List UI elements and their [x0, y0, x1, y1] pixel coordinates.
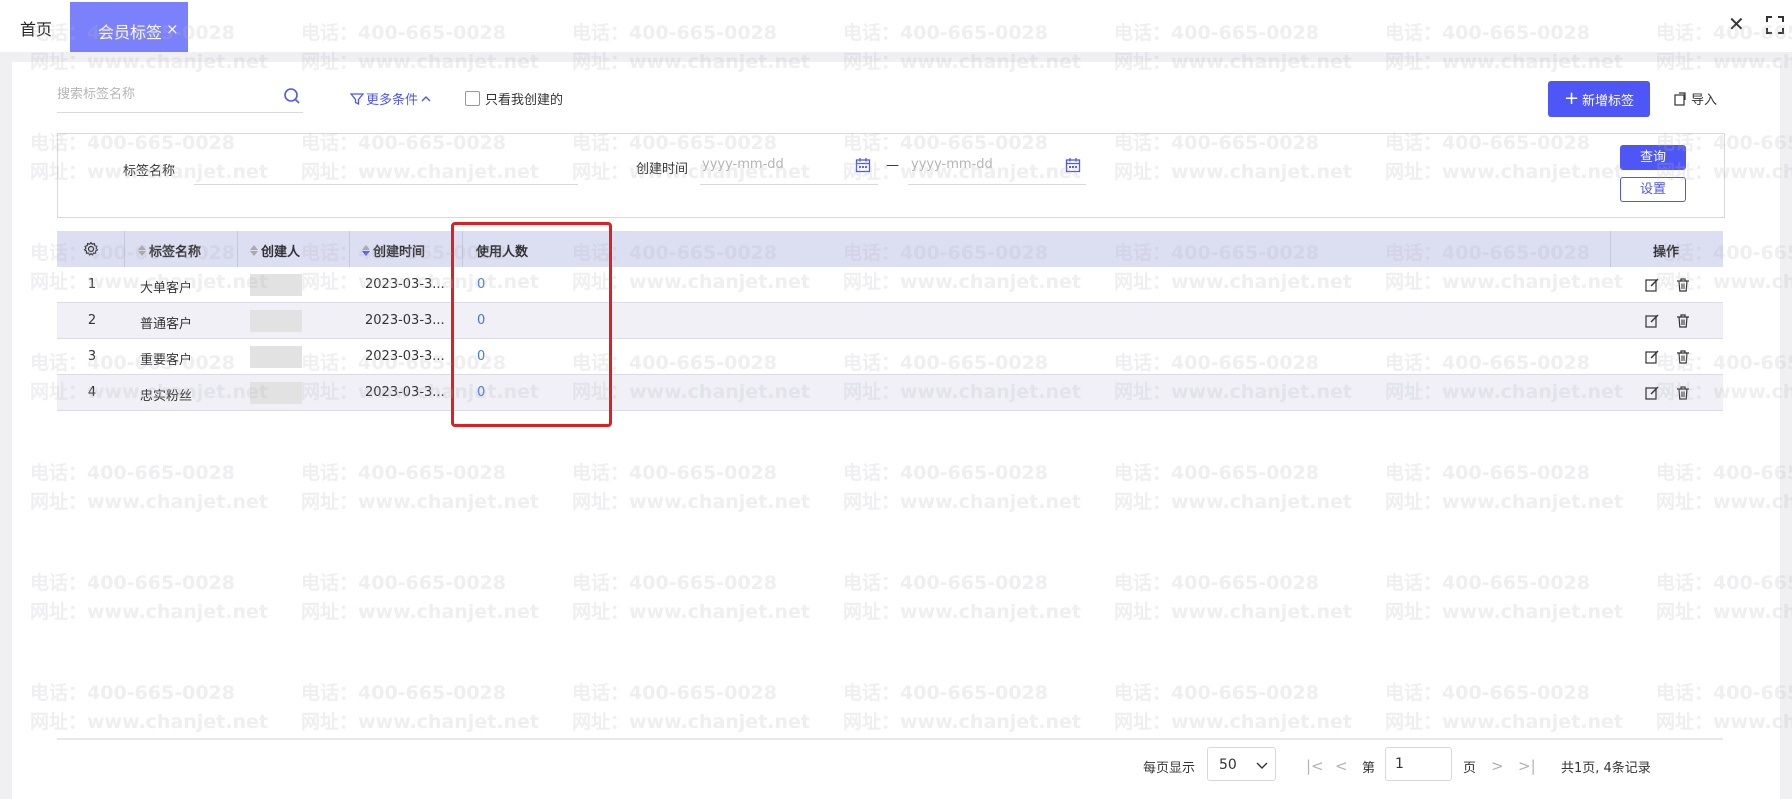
calendar-icon[interactable] — [855, 157, 871, 173]
date-range-separator: — — [886, 158, 899, 173]
row-index: 1 — [87, 277, 97, 292]
page-prefix: 第 — [1362, 761, 1376, 776]
created-time-cell: 2023-03-3... — [365, 349, 445, 364]
edit-icon[interactable] — [1644, 385, 1660, 401]
prev-page-icon[interactable]: < — [1335, 757, 1348, 775]
calendar-icon[interactable] — [1065, 157, 1081, 173]
tab-member-tags-label: 会员标签 — [98, 23, 163, 42]
filter-icon — [350, 92, 364, 105]
table-row[interactable] — [57, 339, 1723, 375]
column-header-tag-name-label: 标签名称 — [149, 245, 202, 260]
end-date-input[interactable]: yyyy-mm-dd — [911, 157, 993, 172]
search-box — [57, 83, 303, 113]
add-tag-button[interactable]: + 新增标签 — [1548, 81, 1650, 117]
delete-icon[interactable] — [1675, 313, 1691, 329]
per-page-label: 每页显示 — [1143, 761, 1196, 776]
more-conditions-label: 更多条件 — [366, 93, 419, 108]
import-label: 导入 — [1691, 93, 1718, 108]
tag-name-filter-input[interactable] — [194, 184, 578, 185]
only-mine-checkbox[interactable] — [465, 91, 480, 106]
sort-icon — [362, 245, 370, 256]
only-mine-label: 只看我创建的 — [485, 93, 564, 108]
settings-button[interactable]: 设置 — [1620, 177, 1686, 202]
page-suffix: 页 — [1463, 761, 1477, 776]
column-divider — [1610, 231, 1611, 267]
query-button[interactable]: 查询 — [1620, 145, 1686, 170]
column-header-creator[interactable]: 创建人 — [250, 241, 300, 260]
column-settings-gear-icon[interactable] — [83, 241, 99, 257]
footer-scrollbar[interactable] — [57, 738, 1723, 740]
only-mine-filter[interactable]: 只看我创建的 — [465, 89, 563, 108]
column-header-tag-name[interactable]: 标签名称 — [138, 241, 201, 260]
last-page-icon[interactable]: >| — [1518, 757, 1536, 775]
column-divider — [124, 231, 125, 267]
plus-icon: + — [1563, 88, 1580, 109]
search-icon[interactable] — [283, 87, 301, 105]
tag-name-cell: 大单客户 — [140, 281, 193, 296]
created-time-label: 创建时间 — [636, 162, 689, 177]
start-date-input[interactable]: yyyy-mm-dd — [702, 157, 784, 172]
first-page-icon[interactable]: |< — [1306, 757, 1324, 775]
chevron-up-icon — [421, 95, 431, 101]
add-tag-label: 新增标签 — [1582, 93, 1635, 109]
tab-member-tags[interactable]: 会员标签 × — [70, 2, 188, 52]
table-row[interactable] — [57, 375, 1723, 411]
tab-bar: 首页 会员标签 × ✕ — [0, 0, 1792, 52]
tag-name-cell: 忠实粉丝 — [140, 389, 193, 404]
column-header-created-time[interactable]: 创建时间 — [362, 241, 425, 260]
pagination-summary: 共1页, 4条记录 — [1561, 761, 1651, 776]
sort-icon — [138, 245, 146, 256]
tag-name-cell: 重要客户 — [140, 353, 193, 368]
created-time-cell: 2023-03-3... — [365, 313, 445, 328]
tab-close-icon[interactable]: × — [166, 20, 179, 38]
per-page-value: 50 — [1219, 757, 1237, 773]
chevron-down-icon — [1256, 762, 1268, 769]
edit-icon[interactable] — [1644, 313, 1660, 329]
column-divider — [349, 231, 350, 267]
column-header-actions: 操作 — [1653, 241, 1679, 260]
column-header-creator-label: 创建人 — [261, 245, 301, 260]
delete-icon[interactable] — [1675, 277, 1691, 293]
start-date-underline — [700, 184, 878, 185]
row-index: 4 — [87, 385, 97, 400]
table-row[interactable] — [57, 267, 1723, 303]
more-conditions-toggle[interactable]: 更多条件 — [350, 89, 432, 108]
fullscreen-icon[interactable] — [1766, 16, 1784, 34]
edit-icon[interactable] — [1644, 349, 1660, 365]
per-page-select[interactable]: 50 — [1207, 747, 1276, 781]
row-index: 3 — [87, 349, 97, 364]
end-date-underline — [908, 184, 1086, 185]
column-divider — [237, 231, 238, 267]
creator-avatar-redacted — [250, 310, 302, 332]
delete-icon[interactable] — [1675, 385, 1691, 401]
window-close-icon[interactable]: ✕ — [1728, 12, 1745, 36]
creator-avatar-redacted — [250, 274, 302, 296]
row-index: 2 — [87, 313, 97, 328]
edit-icon[interactable] — [1644, 277, 1660, 293]
search-input[interactable] — [57, 87, 267, 102]
created-time-cell: 2023-03-3... — [365, 385, 445, 400]
filter-panel — [57, 133, 1725, 218]
delete-icon[interactable] — [1675, 349, 1691, 365]
tag-name-cell: 普通客户 — [140, 317, 193, 332]
creator-avatar-redacted — [250, 346, 302, 368]
user-count-column-highlight — [451, 222, 612, 427]
page-number-input[interactable]: 1 — [1385, 747, 1452, 781]
tab-home[interactable]: 首页 — [20, 16, 52, 40]
tag-name-filter-label: 标签名称 — [123, 164, 176, 179]
creator-avatar-redacted — [250, 382, 302, 404]
created-time-cell: 2023-03-3... — [365, 277, 445, 292]
next-page-icon[interactable]: > — [1491, 757, 1504, 775]
column-header-created-time-label: 创建时间 — [373, 245, 426, 260]
table-row[interactable] — [57, 303, 1723, 339]
import-button[interactable]: 导入 — [1673, 89, 1717, 108]
column-header-actions-label: 操作 — [1653, 245, 1680, 260]
sort-icon — [250, 245, 258, 256]
import-icon — [1674, 91, 1686, 106]
table-header — [57, 231, 1723, 267]
